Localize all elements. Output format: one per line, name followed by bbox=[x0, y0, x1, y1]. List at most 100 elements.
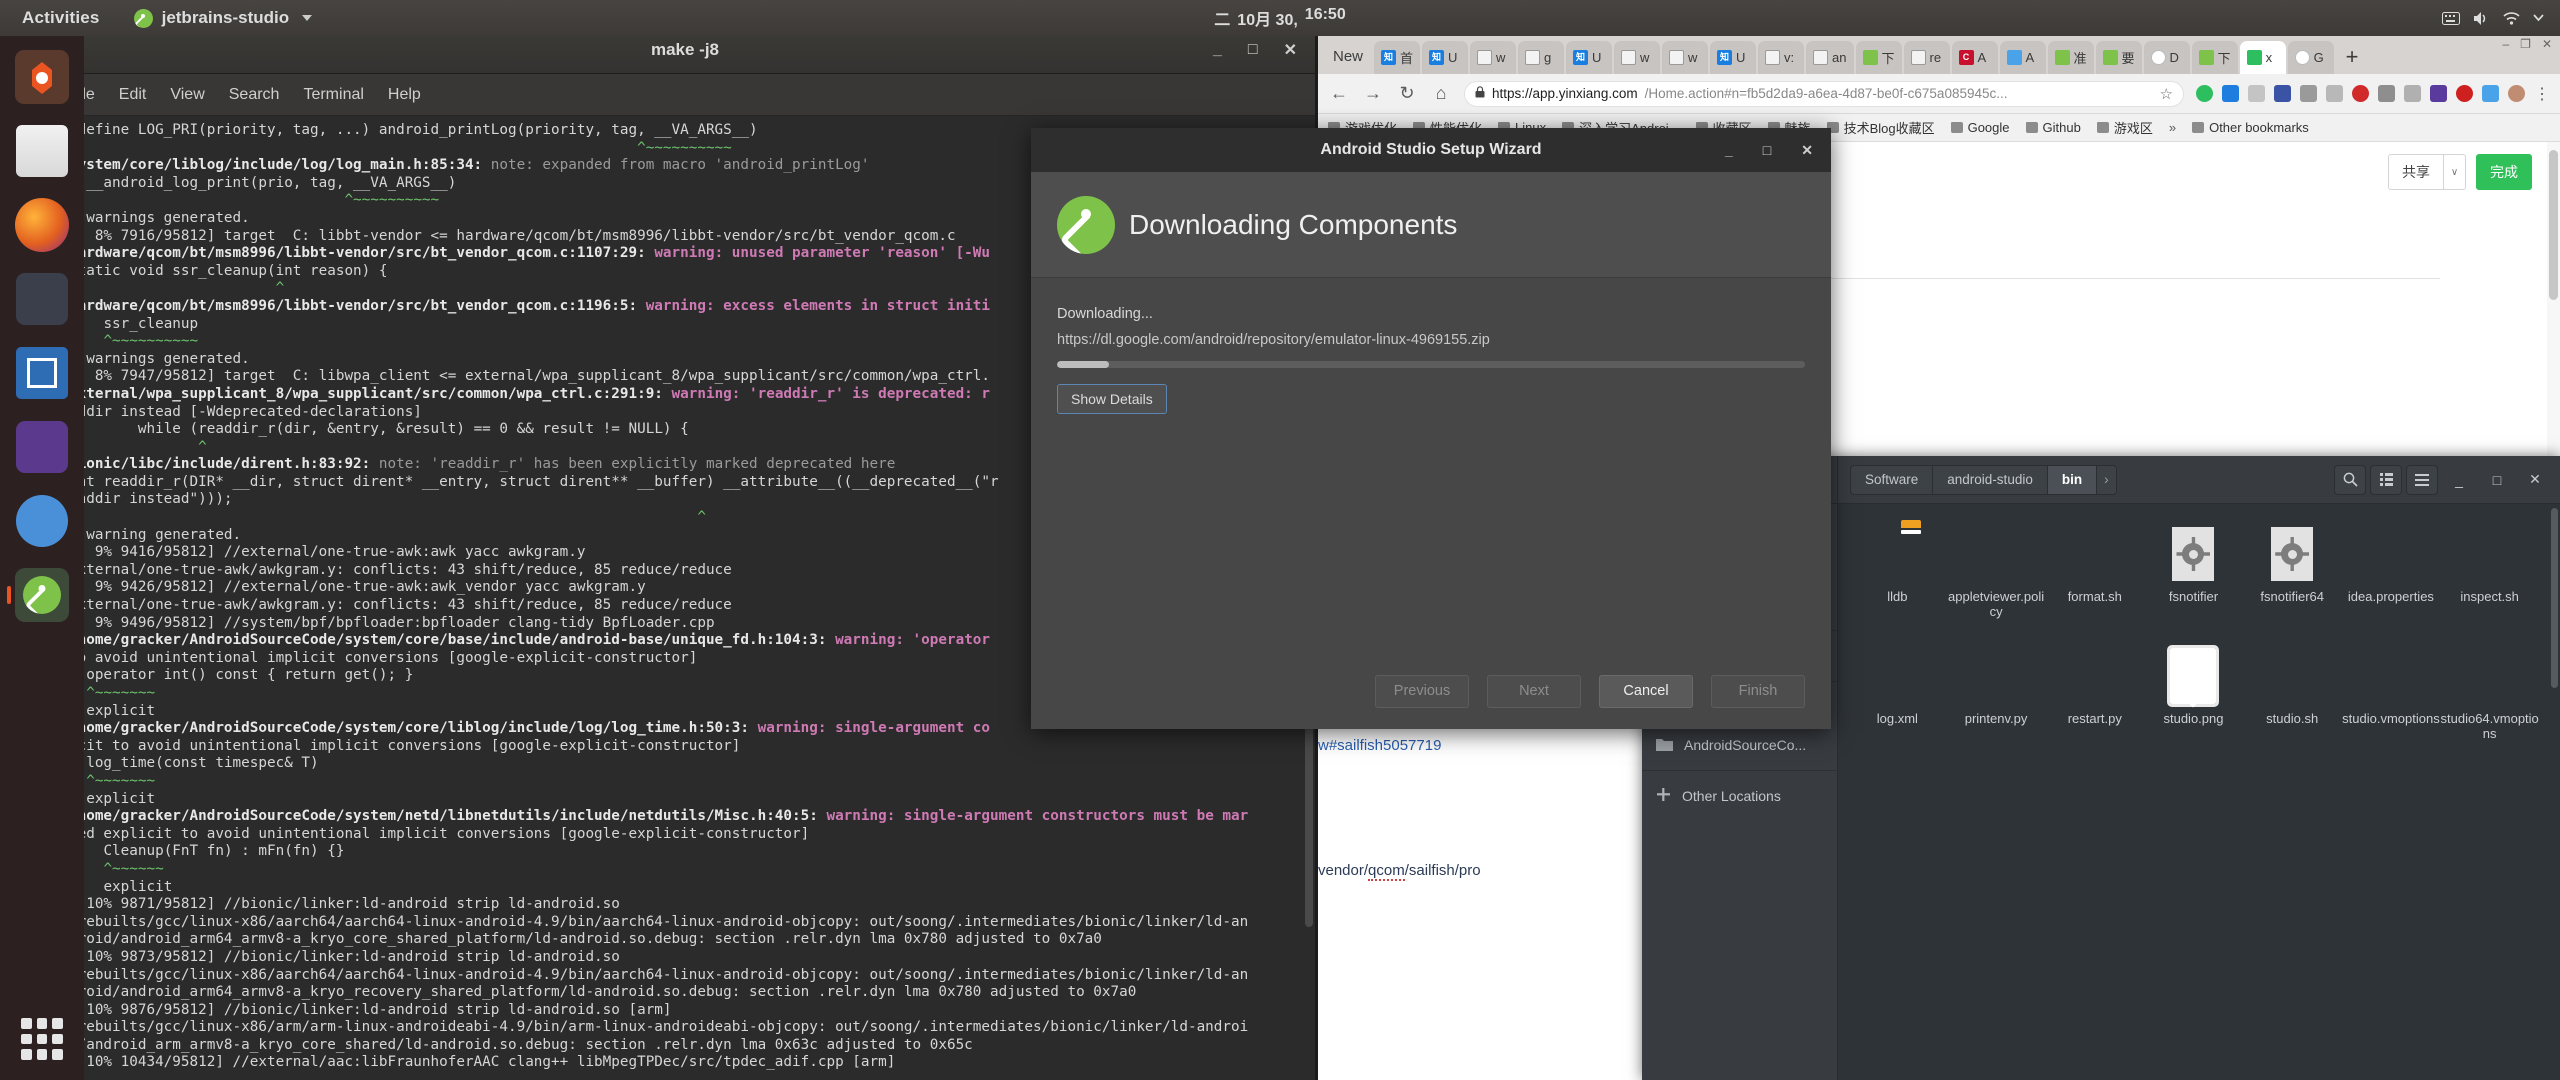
browser-tab[interactable]: 准 bbox=[2047, 41, 2094, 74]
browser-tab[interactable]: 下 bbox=[2191, 41, 2238, 74]
file-item[interactable]: studio64.vmoptions bbox=[2440, 644, 2539, 762]
browser-tab[interactable]: v: bbox=[1758, 41, 1805, 74]
menu-view[interactable]: View bbox=[170, 86, 204, 104]
flag-extension-icon[interactable] bbox=[2378, 85, 2395, 102]
app-menu-button[interactable]: jetbrains-studio bbox=[133, 8, 313, 28]
file-item[interactable]: #! studio.sh bbox=[2243, 644, 2342, 762]
dock-item-ubuntu-software-a[interactable] bbox=[11, 46, 73, 108]
note-link[interactable]: w#sailfish5057719 bbox=[1318, 737, 1441, 754]
dock-item-files[interactable] bbox=[11, 120, 73, 182]
browser-tab[interactable]: w bbox=[1470, 41, 1517, 74]
file-grid-scrollbar[interactable] bbox=[2549, 504, 2560, 1080]
wizard-titlebar[interactable]: Android Studio Setup Wizard _ □ ✕ bbox=[1031, 128, 1831, 172]
new-tab-label[interactable]: New bbox=[1324, 48, 1374, 74]
menu-terminal[interactable]: Terminal bbox=[303, 86, 363, 104]
browser-tab[interactable]: 知U bbox=[1566, 41, 1613, 74]
paw-extension-icon[interactable] bbox=[2326, 85, 2343, 102]
file-item[interactable]: fsnotifier bbox=[2144, 522, 2243, 640]
browser-tab[interactable]: 要 bbox=[2095, 41, 2142, 74]
download-extension-icon[interactable] bbox=[2222, 85, 2239, 102]
share-button[interactable]: 共享 ∨ bbox=[2388, 154, 2466, 190]
back-icon[interactable]: ← bbox=[1328, 83, 1350, 104]
close-button[interactable]: ✕ bbox=[1801, 142, 1813, 159]
vpn-extension-icon[interactable] bbox=[2274, 85, 2291, 102]
user-extension-icon[interactable] bbox=[2248, 85, 2265, 102]
browser-tab[interactable]: w bbox=[1614, 41, 1661, 74]
activities-button[interactable]: Activities bbox=[22, 8, 100, 28]
file-item[interactable]: 🐍 printenv.py bbox=[1947, 644, 2046, 762]
file-item[interactable]: fsnotifier64 bbox=[2243, 522, 2342, 640]
dock-item-android-studio[interactable] bbox=[7, 564, 73, 626]
bookmark-star-icon[interactable]: ☆ bbox=[2160, 85, 2173, 103]
file-item[interactable]: #! format.sh bbox=[2045, 522, 2144, 640]
breadcrumb-item[interactable]: Software bbox=[1851, 465, 1934, 494]
dock-item-help[interactable] bbox=[11, 490, 73, 552]
browser-tab[interactable]: 知首 bbox=[1374, 41, 1421, 74]
bookmark-item[interactable]: 游戏区 bbox=[2096, 118, 2153, 137]
lock-extension-icon[interactable] bbox=[2404, 85, 2421, 102]
browser-tab[interactable]: w bbox=[1662, 41, 1709, 74]
browser-tab[interactable]: x bbox=[2239, 41, 2286, 74]
maximize-button[interactable]: □ bbox=[1763, 142, 1771, 159]
proxy-extension-icon[interactable] bbox=[2300, 85, 2317, 102]
share-caret-icon[interactable]: ∨ bbox=[2443, 155, 2465, 189]
breadcrumb-item[interactable]: bin bbox=[2047, 465, 2098, 494]
cancel-button[interactable]: Cancel bbox=[1599, 674, 1693, 708]
menu-search[interactable]: Search bbox=[229, 86, 280, 104]
search-icon[interactable] bbox=[2334, 464, 2366, 495]
minimize-button[interactable]: _ bbox=[1213, 41, 1222, 59]
minimize-button[interactable]: _ bbox=[1725, 142, 1733, 159]
app-extension-icon[interactable] bbox=[2430, 85, 2447, 102]
other-bookmarks-button[interactable]: Other bookmarks bbox=[2192, 120, 2309, 135]
file-item[interactable]: lldb bbox=[1848, 522, 1947, 640]
chrome-menu-icon[interactable]: ⋮ bbox=[2534, 84, 2550, 104]
done-button[interactable]: 完成 bbox=[2476, 154, 2532, 190]
avatar[interactable] bbox=[2508, 85, 2525, 102]
forward-icon[interactable]: → bbox=[1362, 83, 1384, 104]
bookmarks-overflow-button[interactable]: » bbox=[2169, 120, 2176, 135]
minimize-button[interactable]: – bbox=[2502, 37, 2509, 51]
home-icon[interactable]: ⌂ bbox=[1430, 83, 1452, 104]
file-item[interactable]: 🐍 restart.py bbox=[2045, 644, 2144, 762]
file-item[interactable]: appletviewer.policy bbox=[1947, 522, 2046, 640]
browser-tab[interactable]: A bbox=[1999, 41, 2046, 74]
file-item[interactable]: idea.properties bbox=[2342, 522, 2441, 640]
bookmark-item[interactable]: 技术Blog收藏区 bbox=[1826, 118, 1935, 137]
file-item[interactable]: </> log.xml bbox=[1848, 644, 1947, 762]
show-applications-button[interactable] bbox=[15, 1012, 69, 1066]
dock-item-firefox[interactable] bbox=[11, 194, 73, 256]
breadcrumb-item[interactable]: android-studio bbox=[1933, 465, 2048, 494]
browser-tab[interactable]: G bbox=[2287, 41, 2334, 74]
file-grid[interactable]: lldb appletviewer.policy #! format.sh fsnoti… bbox=[1838, 504, 2549, 1080]
red-extension-icon[interactable] bbox=[2456, 85, 2473, 102]
blue-extension-icon[interactable] bbox=[2482, 85, 2499, 102]
browser-tab[interactable]: 知U bbox=[1422, 41, 1469, 74]
close-button[interactable]: ✕ bbox=[1284, 40, 1297, 60]
browser-tab[interactable]: 下 bbox=[1855, 41, 1902, 74]
address-bar[interactable]: https://app.yinxiang.com/Home.action#n=f… bbox=[1464, 80, 2184, 107]
file-item[interactable]: #! inspect.sh bbox=[2440, 522, 2539, 640]
volume-icon[interactable] bbox=[2473, 11, 2490, 26]
browser-tab[interactable]: an bbox=[1806, 41, 1854, 74]
dock-item-ubuntu-software[interactable] bbox=[11, 416, 73, 478]
grid-view-icon[interactable] bbox=[2370, 464, 2402, 495]
close-button[interactable]: ✕ bbox=[2518, 465, 2552, 495]
adblock-extension-icon[interactable] bbox=[2352, 85, 2369, 102]
minimize-button[interactable]: _ bbox=[2442, 465, 2476, 495]
dock-item-rhythmbox[interactable] bbox=[11, 268, 73, 330]
maximize-button[interactable]: ❐ bbox=[2520, 37, 2531, 51]
close-button[interactable]: ✕ bbox=[2542, 37, 2552, 51]
browser-tab[interactable]: CA bbox=[1951, 41, 1998, 74]
evernote-extension-icon[interactable] bbox=[2196, 85, 2213, 102]
bookmark-item[interactable]: Google bbox=[1950, 120, 2010, 135]
menu-help[interactable]: Help bbox=[388, 86, 421, 104]
menu-edit[interactable]: Edit bbox=[119, 86, 147, 104]
file-item[interactable]: studio.png bbox=[2144, 644, 2243, 762]
clock-button[interactable]: 二 10月 30, 16:50 bbox=[1214, 6, 1345, 30]
dock-item-libreoffice-writer[interactable] bbox=[11, 342, 73, 404]
maximize-button[interactable]: □ bbox=[1248, 41, 1258, 59]
maximize-button[interactable]: □ bbox=[2480, 465, 2514, 495]
keyboard-icon[interactable] bbox=[2442, 11, 2460, 25]
sidebar-item-other-locations[interactable]: Other Locations bbox=[1642, 777, 1837, 815]
browser-tab[interactable]: re bbox=[1903, 41, 1950, 74]
